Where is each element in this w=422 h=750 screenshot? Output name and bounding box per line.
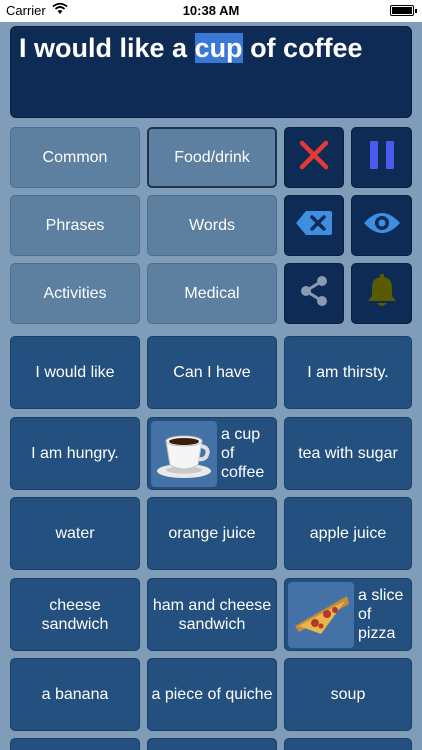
sentence-display[interactable]: I would like a cup of coffee bbox=[10, 26, 412, 118]
pause-button[interactable] bbox=[351, 127, 412, 188]
phrase-button-partial[interactable] bbox=[10, 738, 140, 750]
phrase-label: Can I have bbox=[173, 364, 251, 381]
backspace-icon bbox=[295, 210, 333, 241]
phrase-label: I am hungry. bbox=[31, 445, 119, 462]
share-icon bbox=[298, 275, 330, 312]
phrase-label: a slice of pizza bbox=[358, 587, 404, 642]
phrase-label: a piece of quiche bbox=[151, 686, 273, 703]
bell-icon bbox=[367, 274, 397, 313]
alert-button[interactable] bbox=[351, 263, 412, 324]
pizza-slice-icon bbox=[288, 581, 354, 648]
phrase-label: tea with sugar bbox=[298, 445, 398, 462]
phrase-label: ham and cheese sandwich bbox=[152, 596, 272, 633]
coffee-cup-icon bbox=[151, 420, 217, 487]
pause-icon bbox=[368, 140, 396, 175]
category-label: Food/drink bbox=[174, 148, 250, 166]
share-button[interactable] bbox=[284, 263, 344, 324]
clear-button[interactable] bbox=[284, 127, 344, 188]
status-bar: Carrier 10:38 AM bbox=[0, 0, 422, 22]
sentence-text-before: I would like a bbox=[19, 33, 195, 63]
phrase-button[interactable]: I am thirsty. bbox=[284, 336, 412, 409]
phrase-button[interactable]: I would like bbox=[10, 336, 140, 409]
phrase-button-partial[interactable] bbox=[284, 738, 412, 750]
clock: 10:38 AM bbox=[182, 3, 240, 18]
category-label: Medical bbox=[184, 284, 240, 302]
phrase-button[interactable]: I am hungry. bbox=[10, 417, 140, 490]
battery-icon bbox=[390, 5, 417, 16]
phrase-button[interactable]: cheese sandwich bbox=[10, 578, 140, 651]
phrase-label: I would like bbox=[35, 364, 115, 381]
phrase-button-partial[interactable] bbox=[147, 738, 277, 750]
phrase-button[interactable]: soup bbox=[284, 658, 412, 731]
phrase-button[interactable]: ham and cheese sandwich bbox=[147, 578, 277, 651]
phrase-button[interactable]: a piece of quiche bbox=[147, 658, 277, 731]
backspace-button[interactable] bbox=[284, 195, 344, 256]
phrase-label: water bbox=[55, 525, 95, 542]
phrase-label: apple juice bbox=[309, 525, 387, 542]
phrase-label: cheese sandwich bbox=[41, 596, 109, 633]
phrase-button[interactable]: apple juice bbox=[284, 497, 412, 570]
category-label: Phrases bbox=[45, 216, 105, 234]
category-label: Common bbox=[42, 148, 108, 166]
phrase-label: a banana bbox=[41, 686, 109, 703]
highlighted-word: cup bbox=[194, 33, 243, 63]
category-words[interactable]: Words bbox=[147, 195, 277, 256]
eye-icon bbox=[363, 211, 401, 240]
category-phrases[interactable]: Phrases bbox=[10, 195, 140, 256]
phrase-button-coffee[interactable]: a cup of coffee bbox=[147, 417, 277, 490]
phrase-button[interactable]: orange juice bbox=[147, 497, 277, 570]
phrase-label: I am thirsty. bbox=[307, 364, 389, 381]
phrase-button[interactable]: a banana bbox=[10, 658, 140, 731]
phrase-button[interactable]: Can I have bbox=[147, 336, 277, 409]
category-food-drink[interactable]: Food/drink bbox=[147, 127, 277, 188]
category-activities[interactable]: Activities bbox=[10, 263, 140, 324]
category-common[interactable]: Common bbox=[10, 127, 140, 188]
phrase-button-pizza[interactable]: a slice of pizza bbox=[284, 578, 412, 651]
category-medical[interactable]: Medical bbox=[147, 263, 277, 324]
category-label: Words bbox=[189, 216, 235, 234]
category-label: Activities bbox=[43, 284, 107, 302]
phrase-button[interactable]: tea with sugar bbox=[284, 417, 412, 490]
close-icon bbox=[298, 139, 330, 176]
phrase-label: soup bbox=[330, 686, 366, 703]
view-button[interactable] bbox=[351, 195, 412, 256]
sentence-text-after: of coffee bbox=[242, 33, 363, 63]
phrase-label: a cup of coffee bbox=[221, 426, 265, 481]
phrase-label: orange juice bbox=[168, 525, 256, 542]
phrase-button[interactable]: water bbox=[10, 497, 140, 570]
